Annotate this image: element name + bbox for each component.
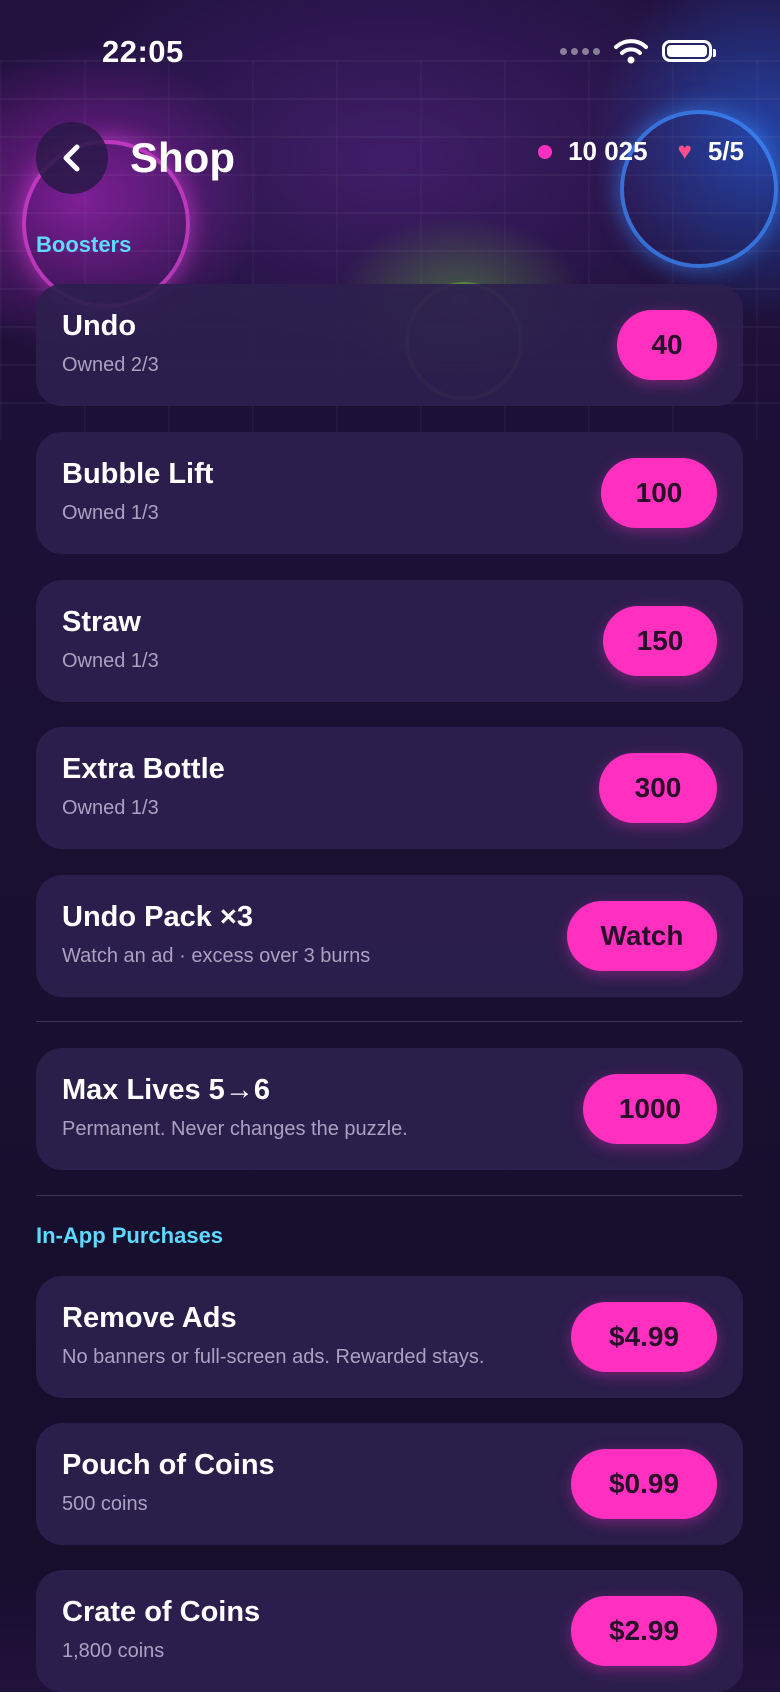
- section-divider: [36, 1021, 743, 1022]
- booster-card-extra-bottle: Extra Bottle Owned 1/3 300: [36, 727, 743, 849]
- status-time: 22:05: [102, 34, 184, 69]
- currency-counters: 10 025 ♥ 5/5: [538, 136, 744, 167]
- section-divider: [36, 1195, 743, 1196]
- back-button[interactable]: [36, 122, 108, 194]
- buy-button-max-lives[interactable]: 1000: [583, 1074, 717, 1144]
- buy-button-pouch-of-coins[interactable]: $0.99: [571, 1449, 717, 1519]
- item-subtitle: 1,800 coins: [62, 1640, 165, 1662]
- section-label-boosters: Boosters: [36, 232, 132, 257]
- heart-icon: ♥: [677, 137, 692, 165]
- item-subtitle: Owned 1/3: [62, 502, 159, 524]
- booster-card-bubble-lift: Bubble Lift Owned 1/3 100: [36, 432, 743, 554]
- item-title: Remove Ads: [62, 1302, 237, 1334]
- item-title: Max Lives 5→6: [62, 1074, 270, 1106]
- buy-button-straw[interactable]: 150: [603, 606, 717, 676]
- booster-card-undo: Undo Owned 2/3 40: [36, 284, 743, 406]
- item-title: Extra Bottle: [62, 753, 225, 785]
- item-subtitle: Owned 1/3: [62, 797, 159, 819]
- item-title: Straw: [62, 606, 141, 638]
- item-subtitle: Owned 2/3: [62, 354, 159, 376]
- iap-card-crate-of-coins: Crate of Coins 1,800 coins $2.99: [36, 1570, 743, 1692]
- page-title: Shop: [130, 134, 235, 181]
- item-subtitle: 500 coins: [62, 1493, 148, 1515]
- signal-icon: [560, 47, 600, 55]
- battery-icon: [662, 40, 716, 62]
- booster-card-straw: Straw Owned 1/3 150: [36, 580, 743, 702]
- wifi-icon: [614, 39, 648, 64]
- buy-button-extra-bottle[interactable]: 300: [599, 753, 717, 823]
- status-icons: [560, 38, 716, 64]
- item-subtitle: Permanent. Never changes the puzzle.: [62, 1118, 408, 1140]
- booster-card-undo-pack: Undo Pack ×3 Watch an ad · excess over 3…: [36, 875, 743, 997]
- item-subtitle: Watch an ad · excess over 3 burns: [62, 945, 371, 967]
- buy-button-bubble-lift[interactable]: 100: [601, 458, 717, 528]
- item-title: Bubble Lift: [62, 458, 214, 490]
- buy-button-remove-ads[interactable]: $4.99: [571, 1302, 717, 1372]
- upgrade-card-max-lives: Max Lives 5→6 Permanent. Never changes t…: [36, 1048, 743, 1170]
- iap-card-remove-ads: Remove Ads No banners or full-screen ads…: [36, 1276, 743, 1398]
- item-title: Crate of Coins: [62, 1596, 261, 1628]
- buy-button-undo[interactable]: 40: [617, 310, 717, 380]
- item-subtitle: No banners or full-screen ads. Rewarded …: [62, 1346, 485, 1368]
- watch-ad-button[interactable]: Watch: [567, 901, 717, 971]
- item-title: Undo Pack ×3: [62, 901, 253, 933]
- coin-count: 10 025: [568, 136, 648, 166]
- shop-header: Shop 10 025 ♥ 5/5: [0, 120, 780, 200]
- coin-dot-icon: [538, 144, 553, 159]
- section-label-iap: In-App Purchases: [36, 1223, 224, 1248]
- item-subtitle: Owned 1/3: [62, 650, 159, 672]
- status-bar: 22:05: [0, 0, 780, 100]
- iap-card-pouch-of-coins: Pouch of Coins 500 coins $0.99: [36, 1423, 743, 1545]
- item-title: Undo: [62, 310, 137, 342]
- lives-count: 5/5: [707, 136, 744, 166]
- buy-button-crate-of-coins[interactable]: $2.99: [571, 1596, 717, 1666]
- item-title: Pouch of Coins: [62, 1449, 275, 1481]
- chevron-left-icon: [63, 144, 80, 172]
